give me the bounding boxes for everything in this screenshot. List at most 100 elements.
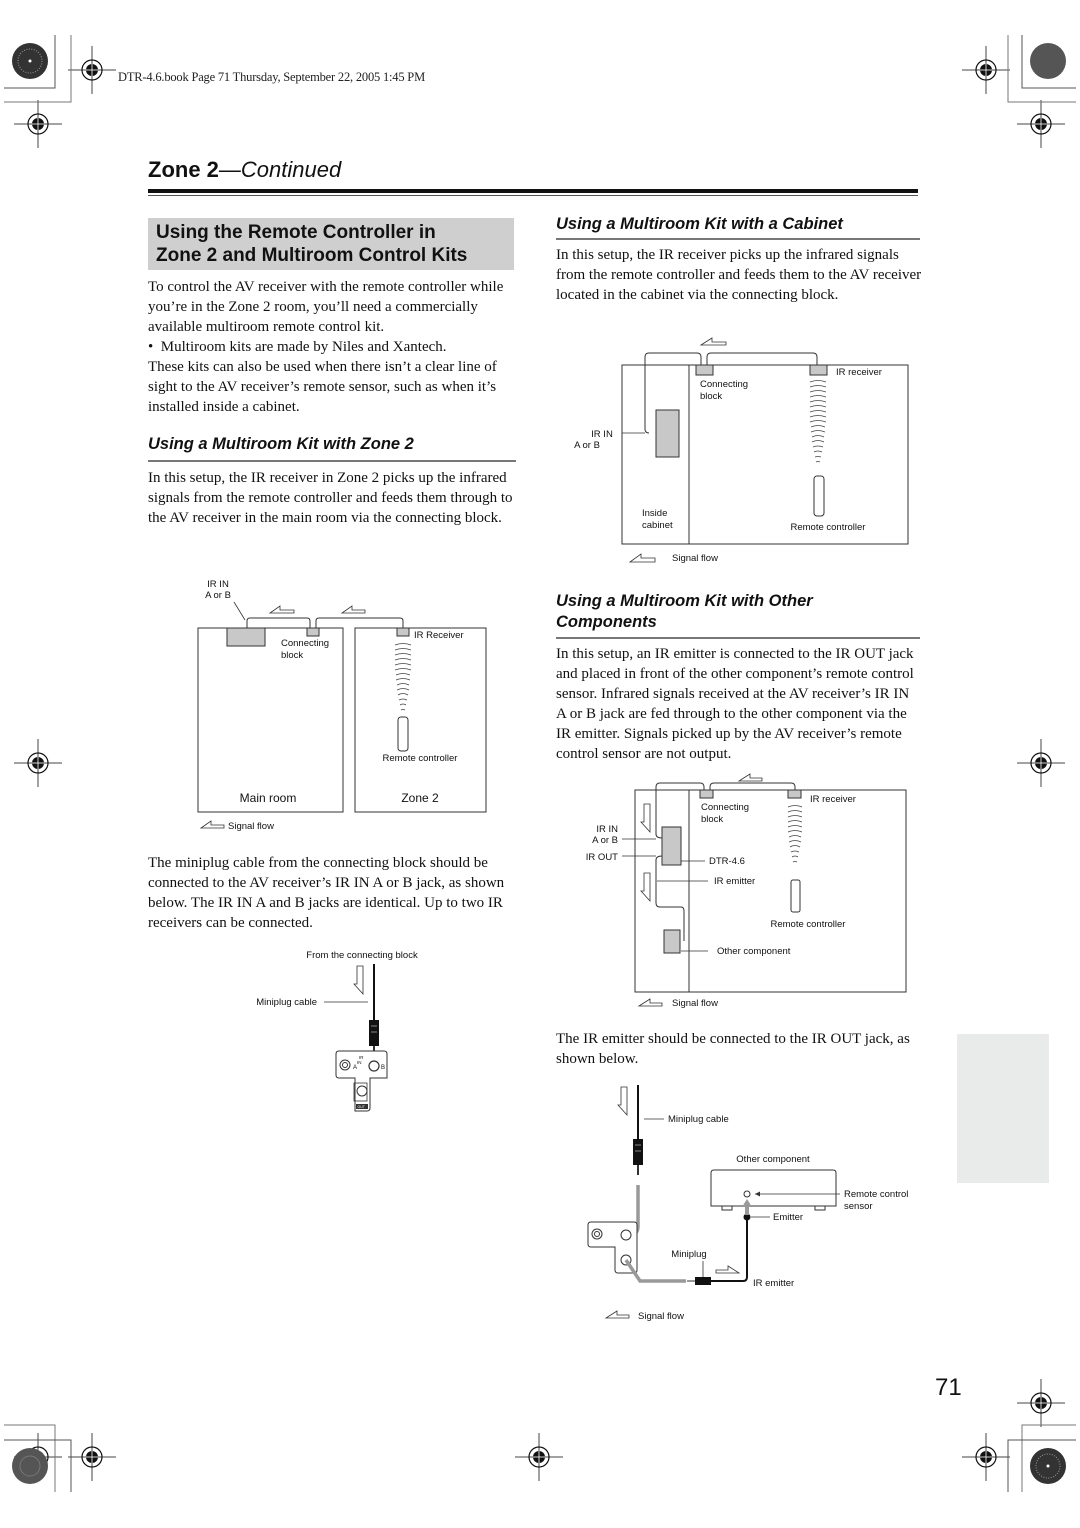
main-heading: Using the Remote Controller in Zone 2 an… (148, 218, 514, 270)
svg-text:Remote controller: Remote controller (383, 753, 458, 764)
svg-text:Main room: Main room (240, 791, 297, 805)
svg-text:Miniplug cable: Miniplug cable (668, 1114, 729, 1125)
svg-text:OUT: OUT (358, 1105, 366, 1109)
cabinet-diagram: IR IN A or B Connecting block IR receive… (574, 337, 909, 564)
signal-flow-legend-icon (637, 998, 663, 1007)
emitter-diagram: Miniplug cable Emitter Miniplug IR emitt… (587, 1085, 908, 1322)
remote-sensor-icon (743, 1190, 751, 1198)
other-kit-text: In this setup, an IR emitter is connecte… (556, 646, 914, 762)
registration-mark-icon (1016, 99, 1066, 149)
registration-mark-icon (514, 1432, 564, 1482)
signal-flow-arrow-icon (340, 605, 366, 614)
svg-text:Miniplug: Miniplug (671, 1249, 706, 1260)
registration-mark-icon (67, 1432, 117, 1482)
registration-mark-icon (13, 99, 63, 149)
section-title: Zone 2—Continued (148, 157, 342, 182)
svg-text:DTR-4.6: DTR-4.6 (709, 856, 745, 867)
svg-text:Remote control: Remote control (844, 1189, 908, 1200)
section-rule-thin (148, 195, 918, 196)
ir-receiver (787, 789, 802, 799)
remote-controller (813, 475, 825, 517)
signal-flow-arrow-icon (737, 773, 763, 782)
other-component-box (710, 1169, 837, 1207)
connecting-block (306, 627, 320, 637)
svg-text:Other component: Other component (717, 946, 791, 957)
svg-text:IR IN: IR IN (591, 429, 613, 440)
registration-mark-icon (1016, 1378, 1066, 1428)
remote-controller (397, 716, 409, 752)
svg-text:IR emitter: IR emitter (753, 1278, 794, 1289)
other-kit-heading: Using a Multiroom Kit with Other Compone… (556, 592, 813, 631)
svg-text:Signal flow: Signal flow (672, 998, 718, 1009)
miniplug (369, 1020, 379, 1046)
ir-receiver (809, 364, 828, 376)
svg-text:A or B: A or B (205, 590, 231, 601)
svg-text:Signal flow: Signal flow (638, 1311, 684, 1322)
svg-text:Connecting: Connecting (700, 379, 748, 390)
signal-flow-legend-icon (604, 1310, 630, 1319)
page-number: 71 (935, 1374, 962, 1401)
ir-receiver (396, 627, 410, 637)
svg-text:A: A (353, 1065, 357, 1071)
svg-text:IR OUT: IR OUT (586, 852, 618, 863)
zone2-kit-heading: Using a Multiroom Kit with Zone 2 (148, 435, 414, 453)
other-components-diagram: IR IN A or B IR OUT DTR-4.6 IR emitter O… (586, 773, 907, 1009)
jack-diagram: From the connecting block Miniplug cable… (256, 950, 418, 1112)
emitter-miniplug (695, 1277, 711, 1285)
section-rule (148, 189, 918, 193)
svg-text:IR Receiver: IR Receiver (414, 630, 464, 641)
svg-text:cabinet: cabinet (642, 520, 673, 531)
registration-mark-icon (1016, 738, 1066, 788)
svg-text:block: block (701, 814, 723, 825)
side-tab (957, 1034, 1049, 1183)
svg-text:Remote controller: Remote controller (791, 522, 866, 533)
svg-text:IN: IN (357, 1060, 362, 1065)
svg-text:Zone 2: Zone 2 (401, 791, 439, 805)
starburst-icon (1030, 43, 1066, 79)
svg-text:IR receiver: IR receiver (810, 794, 856, 805)
cabinet-kit-heading: Using a Multiroom Kit with a Cabinet (556, 215, 843, 233)
starburst-icon (12, 1448, 48, 1484)
connecting-block (695, 364, 714, 376)
connecting-block (699, 789, 714, 799)
svg-text:IR emitter: IR emitter (714, 876, 755, 887)
svg-text:block: block (700, 391, 722, 402)
zone2-diagram: IR IN A or B Connecting block IR Receive… (197, 579, 487, 832)
svg-text:Remote controller: Remote controller (771, 919, 846, 930)
starburst-icon (1030, 1448, 1066, 1484)
svg-text:From the connecting block: From the connecting block (306, 950, 418, 961)
svg-text:IR IN: IR IN (207, 579, 229, 590)
signal-flow-arrow-icon (268, 605, 295, 614)
file-header: DTR-4.6.book Page 71 Thursday, September… (118, 70, 425, 84)
heading-rule (148, 460, 516, 462)
intro-paragraph: To control the AV receiver with the remo… (148, 279, 504, 335)
signal-flow-legend-icon (628, 553, 656, 563)
svg-text:Connecting: Connecting (281, 638, 329, 649)
emitter-text: The IR emitter should be connected to th… (556, 1031, 910, 1067)
svg-text:Emitter: Emitter (773, 1212, 803, 1223)
intro-paragraph-2: These kits can also be used when there i… (148, 359, 497, 415)
registration-mark-icon (13, 738, 63, 788)
svg-text:Signal flow: Signal flow (672, 553, 718, 564)
signal-flow-legend-icon (199, 820, 225, 829)
svg-text:Inside: Inside (642, 508, 667, 519)
signal-flow-arrow-icon (353, 965, 364, 996)
miniplug-text: The miniplug cable from the connecting b… (148, 855, 505, 931)
svg-text:A or B: A or B (592, 835, 618, 846)
av-receiver-box (655, 409, 680, 458)
svg-text:A or B: A or B (574, 440, 600, 451)
svg-text:Miniplug cable: Miniplug cable (256, 997, 317, 1008)
registration-mark-icon (961, 45, 1011, 95)
registration-mark-icon (67, 45, 117, 95)
starburst-icon (12, 43, 48, 79)
svg-text:Other component: Other component (736, 1154, 810, 1165)
svg-text:B: B (381, 1065, 385, 1071)
heading-rule (556, 238, 920, 240)
intro-text: To control the AV receiver with the remo… (148, 277, 516, 417)
miniplug-cable-plug (633, 1139, 643, 1165)
intro-bullet: • Multiroom kits are made by Niles and X… (148, 339, 447, 355)
signal-flow-arrow-icon (715, 1265, 741, 1274)
signal-flow-arrow-icon (699, 337, 727, 346)
zone2-kit-text: In this setup, the IR receiver in Zone 2… (148, 470, 513, 526)
svg-text:Connecting: Connecting (701, 802, 749, 813)
